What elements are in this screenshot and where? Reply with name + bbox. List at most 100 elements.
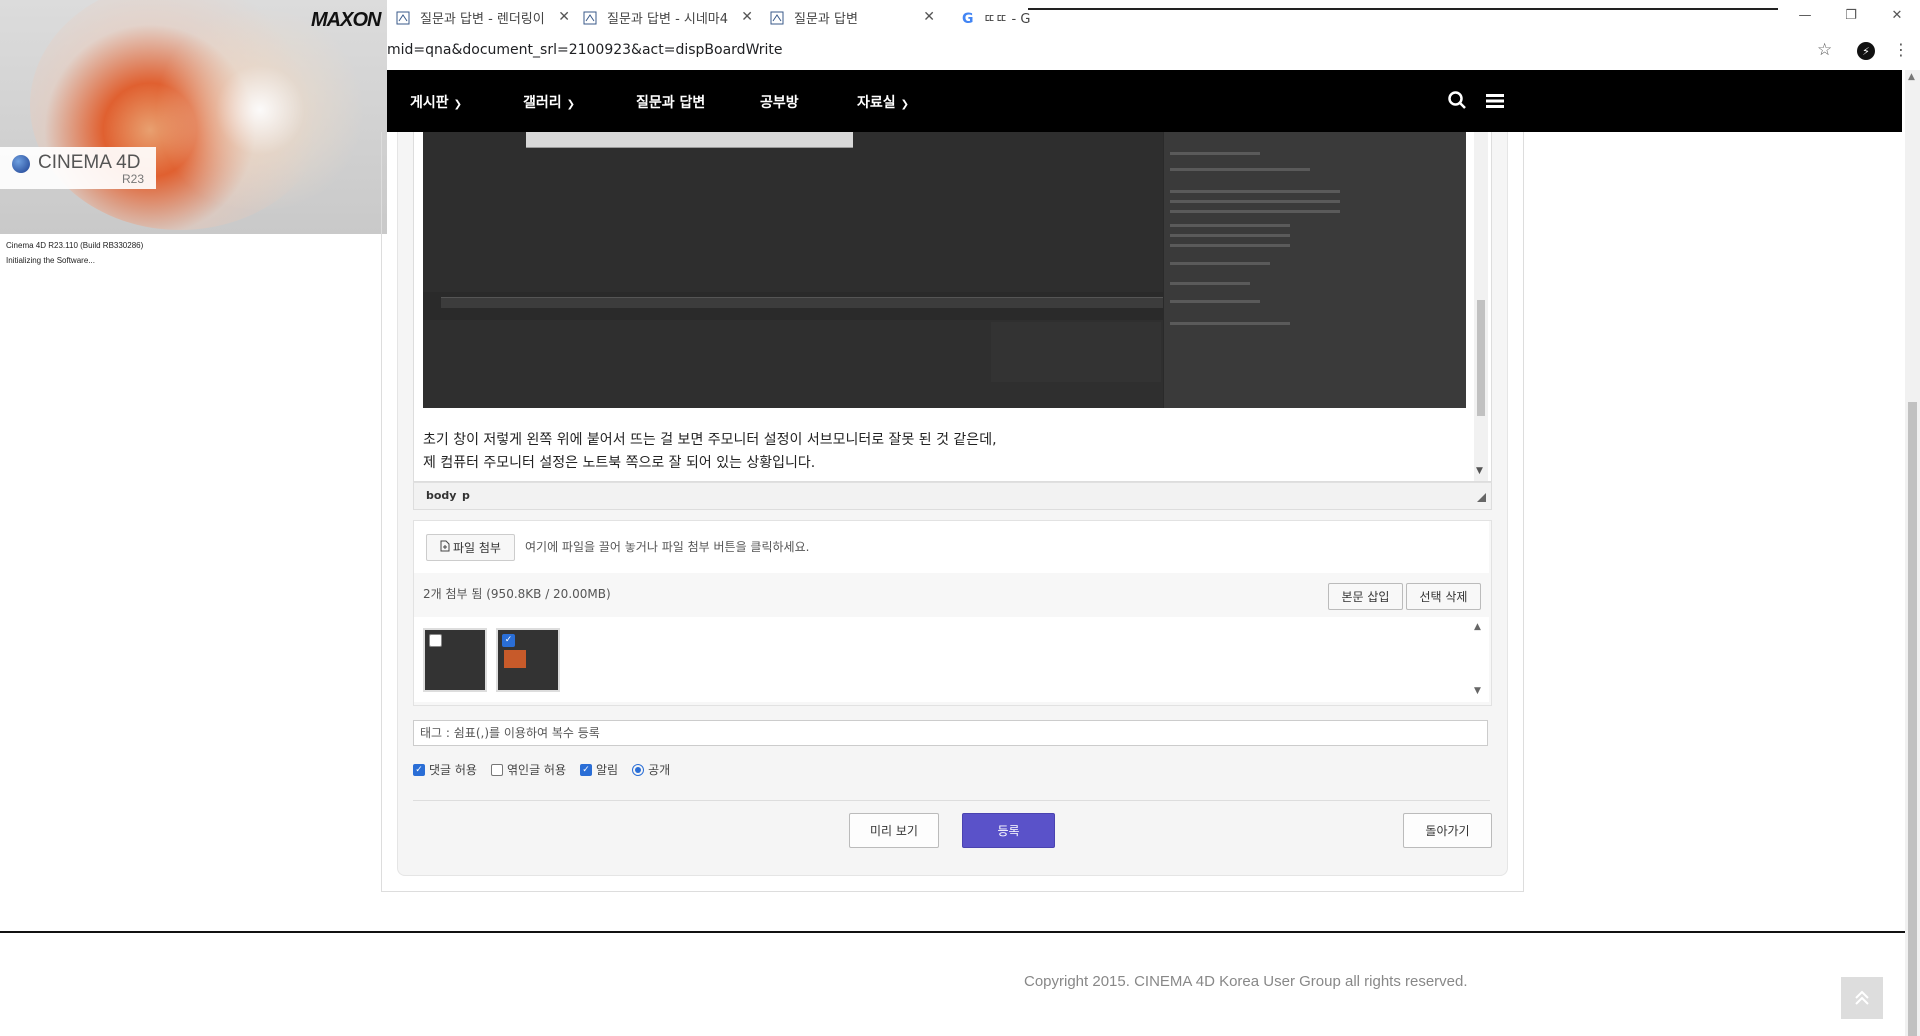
back-button[interactable]: 돌아가기 [1403,813,1492,848]
page-scrollbar[interactable]: ▲ [1905,70,1920,1036]
search-icon[interactable] [1448,91,1466,113]
notify-option[interactable]: ✓ 알림 [580,761,618,778]
tab-title: ㄸㄸ - G [983,12,1031,27]
c4d-version: R23 [122,172,145,186]
insert-into-body-button[interactable]: 본문 삽입 [1328,583,1403,610]
splash-artwork-highlight [150,10,370,210]
nav-label: 자료실 [857,95,896,111]
extension-icon[interactable]: ⚡ [1857,42,1875,60]
nav-item-qna[interactable]: 질문과 답변 [636,92,705,112]
editor-scrollbar[interactable]: ▼ [1474,132,1488,481]
attachment-count: 2개 첨부 됨 (950.8KB / 20.00MB) [423,587,611,601]
nav-item-gallery[interactable]: 갤러리 ❯ [523,92,575,112]
splash-status: Cinema 4D R23.110 (Build RB330286) Initi… [6,238,143,268]
screenshot-viewport [423,132,1163,292]
thumbnail-checkbox[interactable]: ✓ [502,634,515,647]
divider [413,800,1490,801]
notify-checkbox[interactable]: ✓ [580,763,592,776]
google-icon: G [962,10,974,27]
tab-title: 질문과 답변 - 시네마4 [607,12,729,27]
thumbnail-checkbox[interactable] [429,634,442,647]
thumbs-scroll-down-icon[interactable]: ▼ [1474,686,1481,696]
editor-line: 제 컴퓨터 주모니터 설정은 노트북 쪽으로 잘 되어 있는 상황입니다. [423,455,816,471]
allow-comment-option[interactable]: ✓ 댓글 허용 [413,761,477,778]
nav-item-board[interactable]: 게시판 ❯ [410,92,462,112]
path-body[interactable]: body [426,489,456,502]
double-chevron-up-icon [1855,990,1869,1005]
editor-element-path: body p [413,482,1492,510]
allow-trackback-label: 엮인글 허용 [506,763,566,777]
thumbs-scroll-up-icon[interactable]: ▲ [1474,622,1481,632]
c4d-product-name: CINEMA 4D [38,152,141,173]
window-controls: — ❐ ✕ [1782,0,1920,32]
url-text[interactable]: mid=qna&document_srl=2100923&act=dispBoa… [387,42,783,58]
tab-title: 질문과 답변 [794,12,858,27]
attach-file-label: 파일 첨부 [453,541,501,555]
c4d-logo-icon [12,155,30,173]
scrollbar-thumb[interactable] [1477,300,1485,416]
site-navigation: 게시판 ❯ 갤러리 ❯ 질문과 답변 공부방 자료실 ❯ [387,70,1902,132]
site-favicon-icon [770,11,784,25]
delete-selected-button[interactable]: 선택 삭제 [1406,583,1481,610]
screenshot-coordinate-manager [991,322,1161,382]
hamburger-menu-icon[interactable] [1486,93,1504,112]
chevron-down-icon: ❯ [453,99,463,110]
nav-label: 게시판 [410,95,449,111]
public-option[interactable]: 공개 [632,761,670,778]
tab-close-icon[interactable]: ✕ [923,9,935,25]
attachment-thumbnail[interactable] [423,628,487,692]
embedded-screenshot-image [423,132,1466,408]
nav-label: 공부방 [760,95,799,111]
site-favicon-icon [396,11,410,25]
tab-title: 질문과 답변 - 렌더링이 [420,12,545,27]
screenshot-timeline [441,297,1163,308]
copyright-text: Copyright 2015. CINEMA 4D Korea User Gro… [1024,973,1468,990]
tab-close-icon[interactable]: ✕ [558,9,570,25]
scroll-to-top-button[interactable] [1841,977,1883,1019]
overlay-bar [1028,8,1778,26]
nav-label: 질문과 답변 [636,95,706,111]
post-options: ✓ 댓글 허용 엮인글 허용 ✓ 알림 공개 [413,761,684,778]
drop-hint: 여기에 파일을 끌어 놓거나 파일 첨부 버튼을 클릭하세요. [525,540,810,554]
attach-file-button[interactable]: 파일 첨부 [426,534,515,561]
nav-item-study[interactable]: 공부방 [760,92,799,112]
browser-menu-icon[interactable]: ⋮ [1893,40,1909,59]
nav-item-resources[interactable]: 자료실 ❯ [857,92,909,112]
scroll-down-arrow-icon[interactable]: ▼ [1476,466,1483,476]
site-favicon-icon [583,11,597,25]
editor-body-text[interactable]: 초기 창이 저렇게 왼쪽 위에 붙어서 뜨는 걸 보면 주모니터 설정이 서브모… [423,429,997,475]
allow-trackback-checkbox[interactable] [490,763,503,776]
c4d-splash-image: MAXON CINEMA 4D R23 [0,0,387,234]
tab-3-active[interactable]: 질문과 답변 ✕ [762,0,945,35]
splash-build: Cinema 4D R23.110 (Build RB330286) [6,241,144,250]
page-scrollbar-thumb[interactable] [1908,402,1917,1036]
attachment-thumbnails: ✓ [414,617,1489,702]
allow-trackback-option[interactable]: 엮인글 허용 [490,761,566,778]
tab-close-icon[interactable]: ✕ [741,9,753,25]
tab-1[interactable]: 질문과 답변 - 렌더링이 ✕ [396,0,570,35]
preview-button[interactable]: 미리 보기 [849,813,939,848]
close-window-icon[interactable]: ✕ [1874,0,1920,30]
path-p[interactable]: p [462,489,470,502]
public-radio[interactable] [632,763,645,776]
scroll-up-arrow-icon[interactable]: ▲ [1908,72,1915,82]
public-label: 공개 [648,763,671,777]
thumbnail-preview [504,650,526,668]
tag-input[interactable]: 태그 : 쉼표(,)를 이용하여 복수 등록 [413,720,1488,746]
file-plus-icon [440,540,450,555]
screenshot-attributes-panel [1164,132,1466,408]
submit-button[interactable]: 등록 [962,813,1055,848]
maxon-logo: MAXON [311,9,381,31]
attachment-thumbnail[interactable]: ✓ [496,628,560,692]
tab-2[interactable]: 질문과 답변 - 시네마4 ✕ [583,0,753,35]
footer-divider [0,931,1905,933]
chevron-down-icon: ❯ [900,99,910,110]
allow-comment-checkbox[interactable]: ✓ [413,763,425,776]
minimize-icon[interactable]: — [1782,0,1828,30]
nav-label: 갤러리 [523,95,562,111]
maximize-icon[interactable]: ❐ [1828,0,1874,30]
bookmark-star-icon[interactable]: ☆ [1817,40,1832,60]
screenshot-dialog [526,132,853,148]
editor-line: 초기 창이 저렇게 왼쪽 위에 붙어서 뜨는 걸 보면 주모니터 설정이 서브모… [423,432,997,448]
resize-grip-icon[interactable] [1477,493,1486,502]
